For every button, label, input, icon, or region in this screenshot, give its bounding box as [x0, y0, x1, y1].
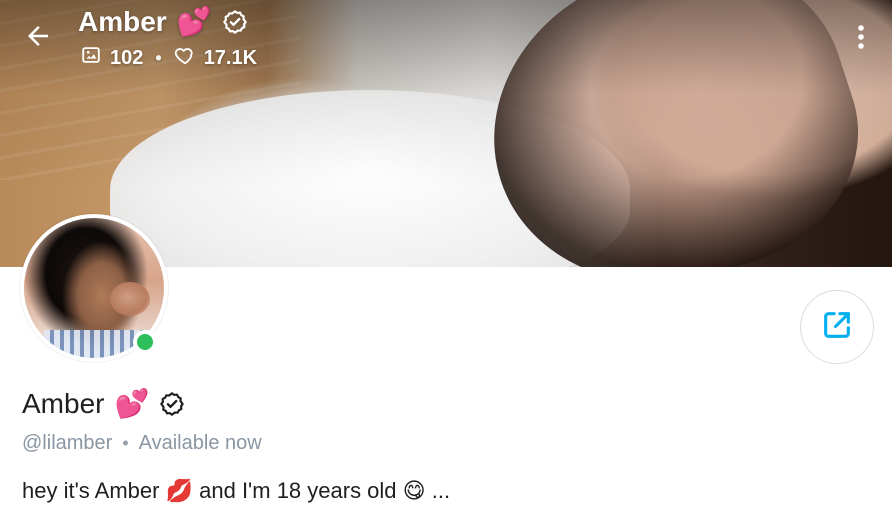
online-status-dot [133, 330, 157, 354]
top-title-text: Amber [78, 6, 167, 37]
likes-stat: 17.1K [174, 44, 257, 72]
verified-badge-icon [159, 391, 185, 417]
share-button[interactable] [800, 290, 874, 364]
profile-meta: @lilamber • Available now [22, 432, 262, 455]
bio-emoji-2: 😋 [402, 479, 426, 504]
photos-count: 102 [110, 46, 144, 69]
bio[interactable]: hey it's Amber 💋 and I'm 18 years old 😋 … [22, 478, 882, 504]
top-title-emoji: 💕 [176, 5, 212, 38]
heart-outline-icon [174, 44, 196, 72]
bio-emoji-1: 💋 [165, 479, 193, 504]
stats-separator: • [155, 47, 162, 68]
likes-count: 17.1K [203, 46, 258, 69]
handle[interactable]: @lilamber [22, 432, 112, 455]
top-stats: 102 • 17.1K [80, 44, 257, 72]
share-external-icon [820, 308, 854, 347]
avatar-hand-shape [110, 282, 150, 316]
profile-name-text: Amber [22, 388, 105, 419]
back-button[interactable] [18, 18, 58, 58]
avatar-wrapper[interactable] [20, 214, 168, 362]
more-options-button[interactable] [848, 22, 874, 56]
top-bar: Amber 💕 102 • 17.1K [0, 0, 892, 80]
vertical-dots-icon [856, 23, 866, 56]
bio-part-1: hey it's Amber [22, 478, 166, 503]
profile-name-emoji: 💕 [114, 387, 150, 420]
availability-status: Available now [138, 432, 262, 454]
verified-badge-icon [222, 9, 248, 35]
photos-stat: 102 [80, 44, 143, 72]
bio-ellipsis[interactable]: ... [432, 478, 450, 503]
profile-name: Amber 💕 [22, 388, 185, 420]
bio-part-2: and I'm 18 years old [199, 478, 403, 503]
profile-page: Amber 💕 102 • 17.1K Amber 💕 @lilamber • … [0, 0, 892, 510]
meta-separator: • [122, 433, 129, 453]
image-icon [80, 44, 102, 72]
top-title: Amber 💕 [78, 6, 248, 38]
arrow-left-icon [23, 21, 53, 56]
